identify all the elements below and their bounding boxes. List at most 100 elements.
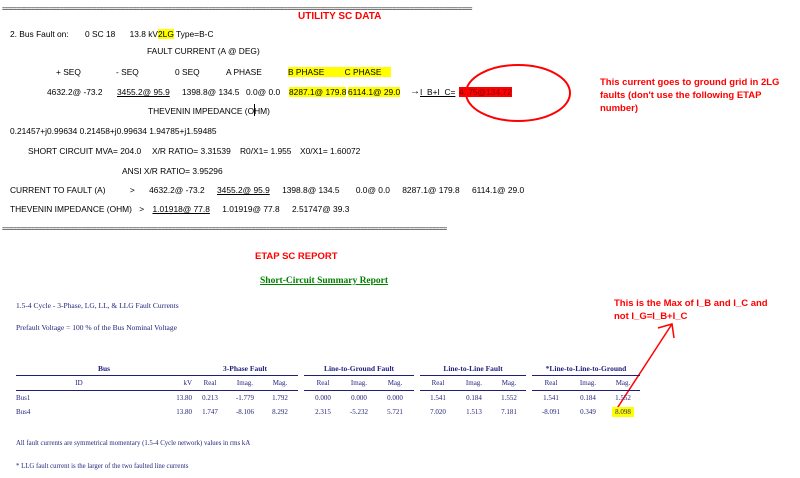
- hdr-ll: Line-to-Line Fault: [420, 361, 526, 376]
- table-row: Bus1 13.80 0.213 -1.779 1.792 0.000 0.00…: [16, 391, 640, 406]
- fault-type-highlight: 2LG: [158, 29, 174, 39]
- value-a: 0.0@ 0.0: [246, 87, 281, 97]
- seq-header-zero: 0 SEQ: [175, 67, 200, 77]
- ctf-a: 0.0@ 0.0: [355, 185, 390, 195]
- ctf-zero: 1398.8@ 134.5: [282, 185, 340, 195]
- xr-ratio: X/R RATIO= 3.31539: [152, 146, 231, 156]
- value-pos: 4632.2@ -73.2: [47, 87, 103, 97]
- sub-real: Real: [532, 375, 570, 391]
- fault-line: 2. Bus Fault on: 0 SC 18 13.8 kV2LG Type…: [10, 29, 214, 39]
- cell: 1.792: [272, 394, 288, 402]
- sub-imag: Imag.: [228, 375, 262, 391]
- text-cursor: [254, 104, 255, 116]
- cell: 0.349: [580, 408, 596, 416]
- seq-header-bc-highlight: B PHASE C PHASE: [288, 67, 391, 77]
- seq-header-c: C PHASE: [344, 67, 382, 77]
- ctf-c: 6114.1@ 29.0: [472, 185, 525, 195]
- cell: 7.181: [501, 408, 517, 416]
- cell: 7.020: [430, 408, 446, 416]
- cell: 1.552: [615, 394, 631, 402]
- red-ellipse: [465, 64, 571, 122]
- thf-v2: 1.01919@ 77.8: [222, 204, 280, 214]
- cell: 1.541: [543, 394, 559, 402]
- value-neg: 3455.2@ 95.9: [117, 87, 170, 97]
- current-to-fault-row: CURRENT TO FAULT (A) > 4632.2@ -73.2 345…: [10, 185, 524, 195]
- value-c: 6114.1@ 29.0: [348, 87, 401, 97]
- cell: -8.091: [541, 408, 561, 416]
- footnote-2: * LLG fault current is the larger of the…: [16, 463, 189, 470]
- fault-current-header: FAULT CURRENT (A @ DEG): [147, 46, 260, 56]
- seq-header-b: B PHASE: [288, 67, 325, 77]
- sc-summary-table: Bus 3-Phase Fault Line-to-Ground Fault L…: [16, 361, 640, 419]
- ctf-arrow: >: [129, 185, 135, 195]
- ibc-label: I_B+I_C=: [420, 87, 456, 97]
- ansi-xr: ANSI X/R RATIO= 3.95296: [122, 166, 223, 176]
- sc-mva: SHORT CIRCUIT MVA= 204.0: [28, 146, 142, 156]
- table-header-groups: Bus 3-Phase Fault Line-to-Ground Fault L…: [16, 361, 640, 376]
- sub-imag: Imag.: [342, 375, 376, 391]
- hdr-3phase: 3-Phase Fault: [192, 361, 298, 376]
- thevenin-final-row: THEVENIN IMPEDANCE (OHM) > 1.01918@ 77.8…: [10, 204, 349, 214]
- table-row: Bus4 13.80 1.747 -8.106 8.292 2.315 -5.2…: [16, 405, 640, 419]
- cell: 0.184: [580, 394, 596, 402]
- sub-imag: Imag.: [456, 375, 492, 391]
- hdr-bus: Bus: [16, 361, 192, 376]
- cell: 5.721: [387, 408, 403, 416]
- sub-real: Real: [304, 375, 342, 391]
- sub-mag: Mag.: [492, 375, 526, 391]
- sub-mag: Mag.: [606, 375, 640, 391]
- thf-v3: 2.51747@ 39.3: [291, 204, 350, 214]
- llg-mag-value: 8.098: [612, 407, 634, 417]
- value-zero: 1398.8@ 134.5: [182, 87, 240, 97]
- ctf-pos: 4632.2@ -73.2: [149, 185, 205, 195]
- sub-id: ID: [16, 375, 142, 391]
- value-b: 8287.1@ 179.8: [289, 87, 347, 97]
- cell: 1.541: [430, 394, 446, 402]
- cell: -5.232: [349, 408, 369, 416]
- cell: 1.747: [202, 408, 218, 416]
- sub-real: Real: [420, 375, 456, 391]
- row-id: Bus4: [16, 408, 31, 416]
- cell: 0.000: [351, 394, 367, 402]
- fault-prefix: 2. Bus Fault on:: [10, 29, 69, 39]
- llg-mag-highlight: 8.098: [606, 405, 640, 419]
- table-header-sub: ID kV Real Imag. Mag. Real Imag. Mag. Re…: [16, 375, 640, 391]
- cell: 1.552: [501, 394, 517, 402]
- fault-type: Type=B-C: [176, 29, 214, 39]
- sub-imag: Imag.: [570, 375, 606, 391]
- row-kv: 13.80: [176, 408, 192, 416]
- row-id: Bus1: [16, 394, 31, 402]
- thevenin-header: THEVENIN IMPEDANCE (OHM): [148, 106, 270, 116]
- seq-header-a: A PHASE: [226, 67, 262, 77]
- r0x1: R0/X1= 1.955: [240, 146, 292, 156]
- hdr-llg: *Line-to-Line-to-Ground: [532, 361, 640, 376]
- thf-arrow: >: [139, 204, 145, 214]
- prefault-line: Prefault Voltage = 100 % of the Bus Nomi…: [16, 323, 177, 332]
- x0x1: X0/X1= 1.60072: [300, 146, 361, 156]
- separator-bottom: ========================================…: [2, 225, 447, 233]
- arrow-right: →: [410, 86, 420, 97]
- separator-top: ========================================…: [2, 5, 472, 13]
- row-kv: 13.80: [176, 394, 192, 402]
- footnote-1: All fault currents are symmetrical momen…: [16, 440, 251, 447]
- seq-header-pos: + SEQ: [56, 67, 81, 77]
- seq-header-neg: - SEQ: [116, 67, 139, 77]
- cell: 2.315: [315, 408, 331, 416]
- ground-grid-note: This current goes to ground grid in 2LG …: [600, 77, 780, 114]
- hdr-lg: Line-to-Ground Fault: [304, 361, 414, 376]
- etap-title: ETAP SC REPORT: [255, 251, 338, 262]
- utility-title: UTILITY SC DATA: [298, 11, 382, 22]
- cell: 8.292: [272, 408, 288, 416]
- sub-mag: Mag.: [376, 375, 414, 391]
- thevenin-values: 0.21457+j0.99634 0.21458+j0.99634 1.9478…: [10, 126, 217, 136]
- etap-report-title: Short-Circuit Summary Report: [260, 276, 389, 286]
- cell: 0.213: [202, 394, 218, 402]
- sub-kv: kV: [142, 375, 192, 391]
- sub-real: Real: [192, 375, 228, 391]
- cell: 0.184: [466, 394, 482, 402]
- cell: 0.000: [387, 394, 403, 402]
- thf-label: THEVENIN IMPEDANCE (OHM): [10, 204, 132, 214]
- cell: -1.779: [235, 394, 255, 402]
- cycle-line: 1.5-4 Cycle - 3-Phase, LG, LL, & LLG Fau…: [16, 301, 179, 310]
- ctf-b: 8287.1@ 179.8: [402, 185, 460, 195]
